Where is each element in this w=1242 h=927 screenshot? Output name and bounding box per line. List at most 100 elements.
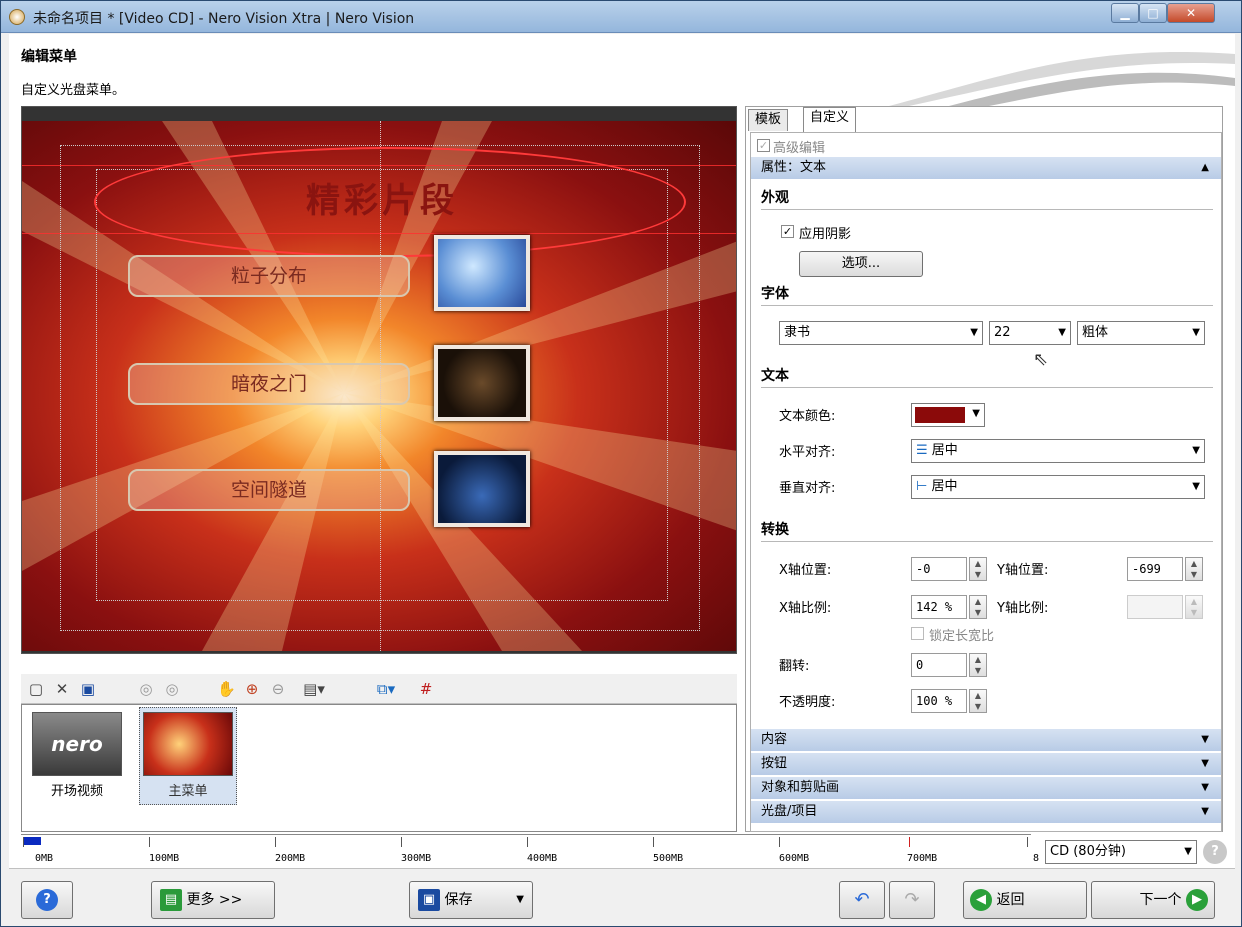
- decorative-swoosh: [889, 52, 1235, 106]
- capacity-used-fill: [23, 837, 41, 845]
- x-position-input[interactable]: -0: [911, 557, 967, 581]
- text-color-swatch: [915, 407, 965, 423]
- font-divider: [761, 305, 1213, 306]
- lock-ratio-label: 锁定长宽比: [929, 629, 995, 644]
- app-icon: [9, 9, 25, 25]
- text-divider: [761, 387, 1213, 388]
- arrow-right-icon: ▶: [1186, 889, 1208, 911]
- font-size-select[interactable]: 22 ▼: [989, 321, 1071, 345]
- zoom-in-icon[interactable]: ⊕: [243, 680, 261, 698]
- arrange-icon[interactable]: ⧉▾: [371, 680, 401, 698]
- thumbnail-1[interactable]: [434, 235, 530, 311]
- chevron-down-icon: ▼: [1192, 481, 1200, 492]
- thumbnail-3[interactable]: [434, 451, 530, 527]
- y-scale-stepper[interactable]: ▲ ▼: [1185, 595, 1203, 619]
- flip-stepper[interactable]: ▲ ▼: [969, 653, 987, 677]
- title-bar: 未命名项目 * [Video CD] - Nero Vision Xtra | …: [1, 1, 1241, 33]
- halign-label: 水平对齐:: [779, 445, 836, 460]
- disk-icon: ▣: [418, 889, 440, 911]
- page-title: 编辑菜单: [21, 49, 77, 65]
- y-position-stepper[interactable]: ▲ ▼: [1185, 557, 1203, 581]
- zoom-out-icon[interactable]: ⊖: [269, 680, 287, 698]
- advanced-edit-checkbox[interactable]: ✓: [757, 139, 770, 152]
- transform-divider: [761, 541, 1213, 542]
- x-position-stepper[interactable]: ▲ ▼: [969, 557, 987, 581]
- tick-700: 700MB: [907, 853, 938, 864]
- section-buttons[interactable]: 按钮 ▼: [751, 753, 1221, 775]
- redo-button[interactable]: ↷: [889, 881, 935, 919]
- tab-template[interactable]: 模板: [748, 109, 789, 131]
- maximize-button[interactable]: □: [1139, 3, 1167, 23]
- next-icon[interactable]: ◎: [163, 680, 181, 698]
- disc-type-select[interactable]: CD (80分钟) ▼: [1045, 840, 1197, 864]
- delete-icon[interactable]: ✕: [53, 680, 71, 698]
- shadow-options-button[interactable]: 选项...: [799, 251, 923, 277]
- y-position-label: Y轴位置:: [997, 563, 1049, 578]
- arrow-left-icon: ◀: [970, 889, 992, 911]
- opacity-stepper[interactable]: ▲ ▼: [969, 689, 987, 713]
- opacity-label: 不透明度:: [779, 695, 836, 710]
- more-icon: ▤: [160, 889, 182, 911]
- y-position-input[interactable]: -699: [1127, 557, 1183, 581]
- halign-value: 居中: [931, 443, 958, 458]
- intro-video-thumbnail[interactable]: nero: [32, 712, 122, 776]
- previous-icon[interactable]: ◎: [137, 680, 155, 698]
- client-area: 编辑菜单 自定义光盘菜单。 精彩片段 粒子分布 暗夜之门 空间隧道 ▢ ✕ ▣ …: [9, 34, 1235, 922]
- font-family-value: 隶书: [784, 325, 811, 340]
- section-objects-clipart-label: 对象和剪贴画: [761, 780, 840, 795]
- x-scale-input[interactable]: 142 %: [911, 595, 967, 619]
- section-objects-clipart[interactable]: 对象和剪贴画 ▼: [751, 777, 1221, 799]
- halign-select[interactable]: ☰ 居中 ▼: [911, 439, 1205, 463]
- menu-button-1[interactable]: 粒子分布: [128, 255, 410, 297]
- expand-arrow-icon: ▼: [1201, 806, 1209, 817]
- help-button[interactable]: ?: [21, 881, 73, 919]
- menu-button-2[interactable]: 暗夜之门: [128, 363, 410, 405]
- intro-video-label[interactable]: 开场视频: [32, 780, 122, 799]
- font-family-select[interactable]: 隶书 ▼: [779, 321, 983, 345]
- save-icon[interactable]: ▣: [79, 680, 97, 698]
- main-menu-thumbnail[interactable]: [143, 712, 233, 776]
- font-style-select[interactable]: 粗体 ▼: [1077, 321, 1205, 345]
- flip-input[interactable]: 0: [911, 653, 967, 677]
- section-content[interactable]: 内容 ▼: [751, 729, 1221, 751]
- close-button[interactable]: ✕: [1167, 3, 1215, 23]
- y-scale-label: Y轴比例:: [997, 601, 1049, 616]
- hand-icon[interactable]: ✋: [217, 680, 236, 698]
- thumbnail-2[interactable]: [434, 345, 530, 421]
- tick-100: 100MB: [149, 853, 180, 864]
- chevron-down-icon: ▼: [1184, 846, 1192, 857]
- lock-ratio-checkbox[interactable]: [911, 627, 924, 640]
- back-button[interactable]: ◀ 返回: [963, 881, 1087, 919]
- disc-help-icon[interactable]: ?: [1203, 840, 1227, 864]
- valign-select[interactable]: ⊢ 居中 ▼: [911, 475, 1205, 499]
- minimize-button[interactable]: ▁: [1111, 3, 1139, 23]
- valign-value: 居中: [931, 479, 958, 494]
- menu-button-3[interactable]: 空间隧道: [128, 469, 410, 511]
- appearance-heading: 外观: [761, 190, 789, 206]
- menu-preview[interactable]: 精彩片段 粒子分布 暗夜之门 空间隧道: [21, 106, 737, 654]
- section-disc-project[interactable]: 光盘/项目 ▼: [751, 801, 1221, 823]
- save-menu-button[interactable]: ▣ 保存 ▼: [409, 881, 533, 919]
- tick-0: 0MB: [35, 853, 54, 864]
- main-menu-label[interactable]: 主菜单: [143, 780, 233, 799]
- more-button[interactable]: ▤ 更多 >>: [151, 881, 275, 919]
- tab-customize[interactable]: 自定义: [803, 107, 857, 132]
- grid-icon[interactable]: #: [417, 680, 435, 698]
- new-page-icon[interactable]: ▢: [27, 680, 45, 698]
- undo-button[interactable]: ↶: [839, 881, 885, 919]
- view-options-icon[interactable]: ▤▾: [299, 680, 329, 698]
- y-scale-input[interactable]: [1127, 595, 1183, 619]
- opacity-input[interactable]: 100 %: [911, 689, 967, 713]
- back-button-label: 返回: [996, 892, 1025, 908]
- valign-label: 垂直对齐:: [779, 481, 836, 496]
- text-color-picker[interactable]: ▼: [911, 403, 985, 427]
- apply-shadow-checkbox[interactable]: ✓: [781, 225, 794, 238]
- next-button[interactable]: 下一个 ▶: [1091, 881, 1215, 919]
- section-text-properties[interactable]: 属性：文本 ▲: [751, 157, 1221, 179]
- more-button-label: 更多 >>: [186, 892, 243, 908]
- tick-500: 500MB: [653, 853, 684, 864]
- text-color-label: 文本颜色:: [779, 409, 836, 424]
- disc-capacity-bar: 0MB 100MB 200MB 300MB 400MB 500MB 600MB …: [21, 834, 1039, 864]
- x-scale-stepper[interactable]: ▲ ▼: [969, 595, 987, 619]
- next-button-label: 下一个: [1139, 892, 1182, 908]
